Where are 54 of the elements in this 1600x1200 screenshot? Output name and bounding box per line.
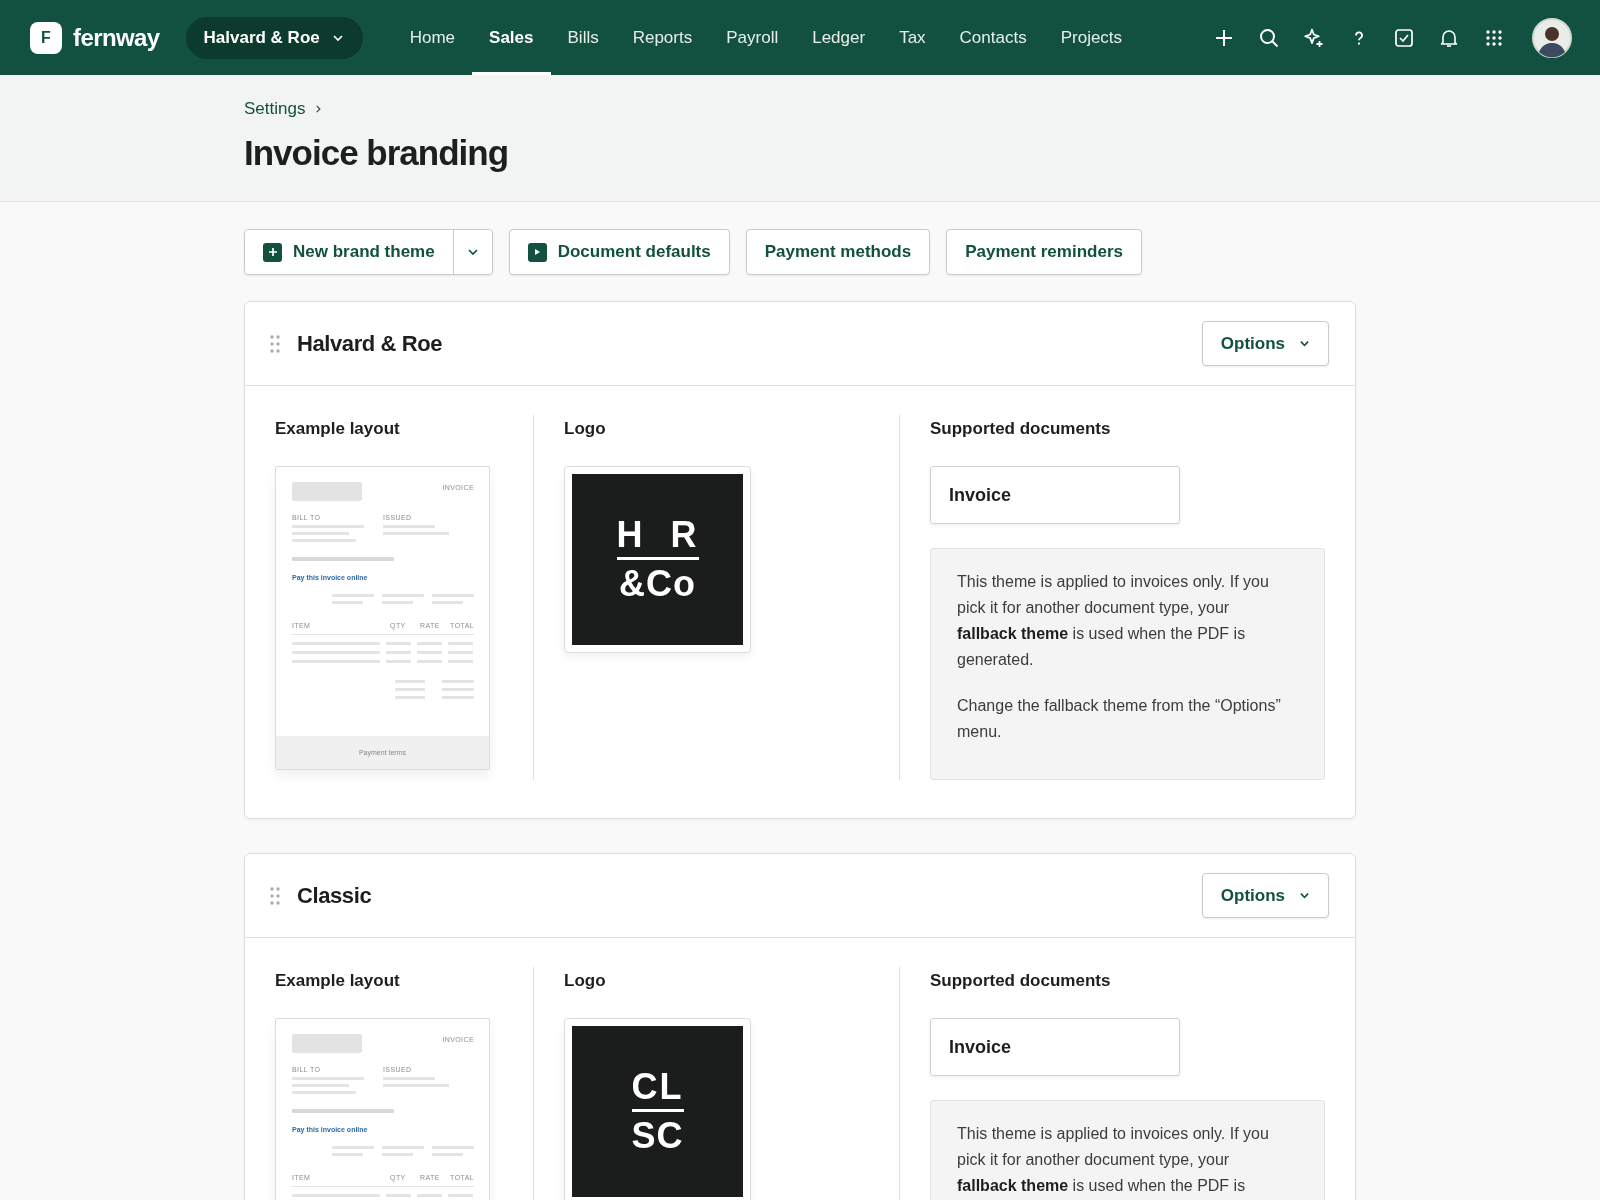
checkbox-icon[interactable]	[1394, 27, 1414, 48]
logo-text: H R	[616, 517, 699, 560]
organization-switcher[interactable]: Halvard & Roe	[185, 16, 363, 59]
nav-tab[interactable]: Bills	[550, 0, 616, 75]
plus-icon	[263, 242, 282, 262]
logo-text: CL	[631, 1069, 684, 1112]
play-icon	[527, 242, 547, 262]
nav-tab[interactable]: Reports	[615, 0, 710, 75]
app-logo[interactable]: F	[30, 21, 62, 54]
section-label: Example layout	[275, 418, 401, 439]
nav-tab[interactable]: Payroll	[709, 0, 796, 75]
section-label: Example layout	[275, 970, 401, 991]
nav-tab[interactable]: Home	[392, 0, 473, 75]
add-icon[interactable]	[1214, 27, 1234, 48]
theme-name: Classic	[297, 882, 372, 909]
nav-tab[interactable]: Projects	[1043, 0, 1140, 75]
logo-text: &Co	[619, 562, 696, 602]
document-chip: Invoice	[930, 466, 1180, 524]
theme-name: Halvard & Roe	[297, 330, 443, 357]
action-button[interactable]: Payment methods	[745, 229, 931, 275]
logo-text: SC	[631, 1114, 684, 1154]
info-text: Change the fallback theme from the “Options” menu.	[957, 696, 1282, 742]
action-button[interactable]: Payment reminders	[946, 229, 1142, 275]
chevron-down-icon	[466, 246, 479, 258]
new-theme-button[interactable]: New brand theme	[245, 230, 454, 274]
section-label: Logo	[564, 418, 607, 439]
page-title: Invoice branding	[244, 133, 510, 173]
options-dropdown[interactable]: Options	[1201, 873, 1329, 918]
app-grid-icon[interactable]	[1484, 27, 1504, 48]
chevron-down-icon	[1299, 890, 1310, 901]
nav-tab[interactable]: Contacts	[942, 0, 1044, 75]
breadcrumb-link[interactable]: Settings	[244, 99, 306, 119]
document-chip: Invoice	[930, 1018, 1180, 1076]
drag-handle-icon[interactable]	[270, 334, 280, 353]
dropdown-toggle[interactable]	[453, 230, 492, 274]
avatar[interactable]	[1532, 17, 1572, 58]
section-label: Supported documents	[930, 970, 1112, 991]
drag-handle-icon[interactable]	[270, 886, 280, 905]
chevron-right-icon	[315, 104, 323, 114]
section-label: Supported documents	[930, 418, 1112, 439]
options-dropdown[interactable]: Options	[1201, 321, 1329, 366]
notification-bell-icon[interactable]	[1439, 27, 1459, 48]
nav-tab[interactable]: Ledger	[795, 0, 883, 75]
sparkle-icon[interactable]	[1304, 27, 1324, 48]
action-button[interactable]: Document defaults	[508, 229, 730, 275]
chevron-down-icon	[1299, 338, 1310, 349]
section-label: Logo	[564, 970, 607, 991]
info-text: This theme is applied to invoices only. If you pick it for another document type, your fallback theme is used when the PDF is	[957, 1124, 1270, 1196]
search-icon[interactable]	[1259, 27, 1279, 48]
nav-tab[interactable]: Tax	[882, 0, 943, 75]
info-text: This theme is applied to invoices only. If you pick it for another document type, your fallback theme is used when the PDF is generated.	[957, 572, 1270, 670]
logo-placeholder	[292, 482, 362, 501]
app-name: fernway	[73, 23, 160, 52]
logo-placeholder	[292, 1034, 362, 1053]
